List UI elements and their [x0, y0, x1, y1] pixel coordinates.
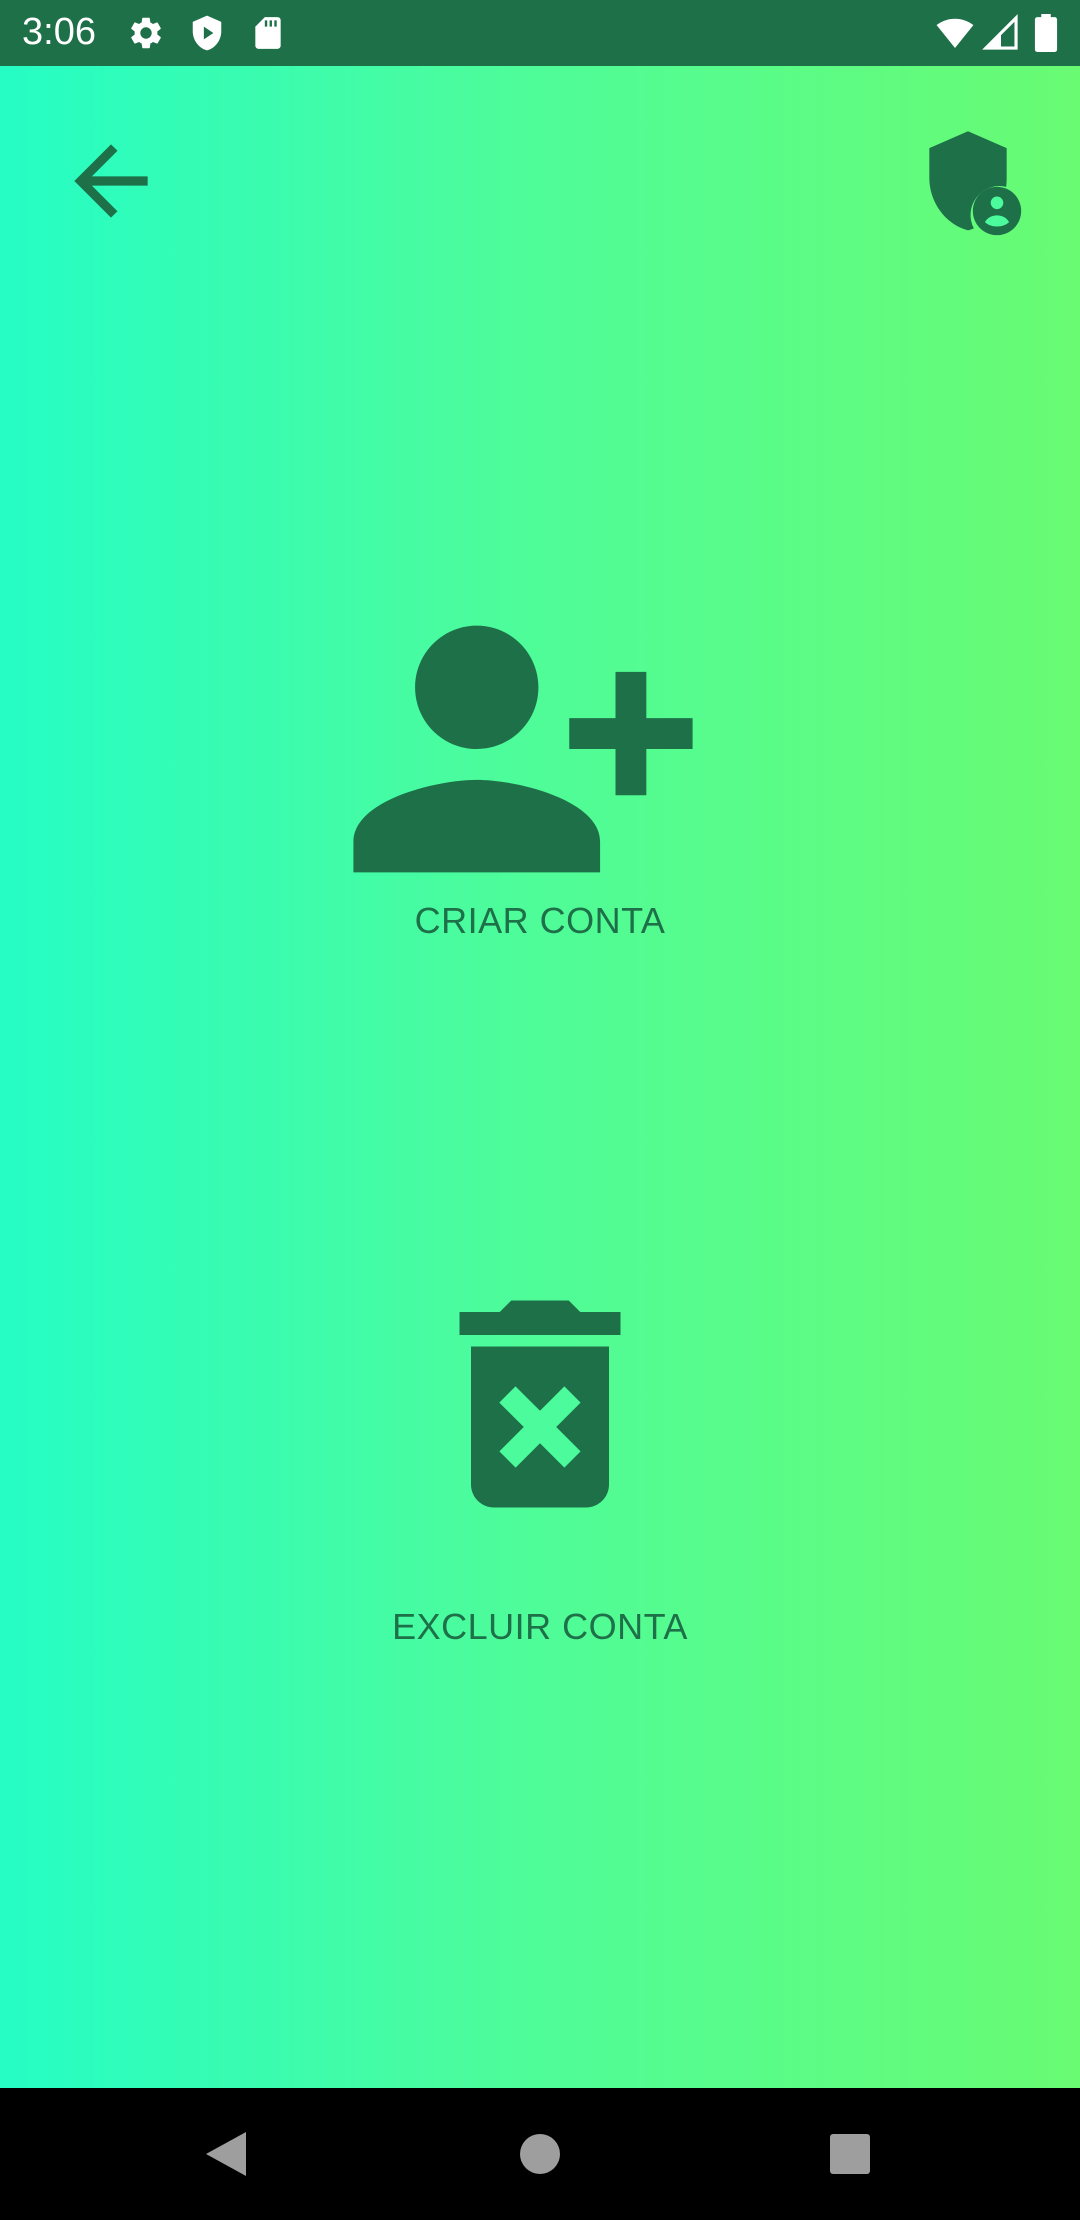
wifi-icon	[936, 18, 974, 49]
sd-card-icon	[255, 17, 281, 49]
delete-forever-icon[interactable]	[402, 1266, 678, 1542]
signal-icon	[982, 14, 1018, 50]
navigation-bar	[0, 2088, 1080, 2220]
status-time: 3:06	[22, 11, 96, 53]
gear-icon	[131, 17, 161, 49]
criar-conta-label[interactable]: CRIAR CONTA	[0, 900, 1080, 942]
arrow-back-icon[interactable]	[56, 126, 166, 236]
screen: 3:06 CRIAR CONTA EXCLUIR CONTA	[0, 0, 1080, 2220]
battery-icon	[1034, 14, 1058, 52]
status-bar: 3:06	[0, 0, 1080, 66]
admin-shield-person-icon[interactable]	[910, 124, 1026, 240]
play-shield-icon	[192, 15, 222, 51]
person-add-icon[interactable]	[338, 564, 708, 934]
excluir-conta-label[interactable]: EXCLUIR CONTA	[0, 1606, 1080, 1648]
back-triangle-icon[interactable]	[166, 2088, 286, 2220]
main-content: CRIAR CONTA EXCLUIR CONTA	[0, 66, 1080, 2088]
recents-square-icon[interactable]	[790, 2088, 910, 2220]
home-circle-icon[interactable]	[480, 2088, 600, 2220]
